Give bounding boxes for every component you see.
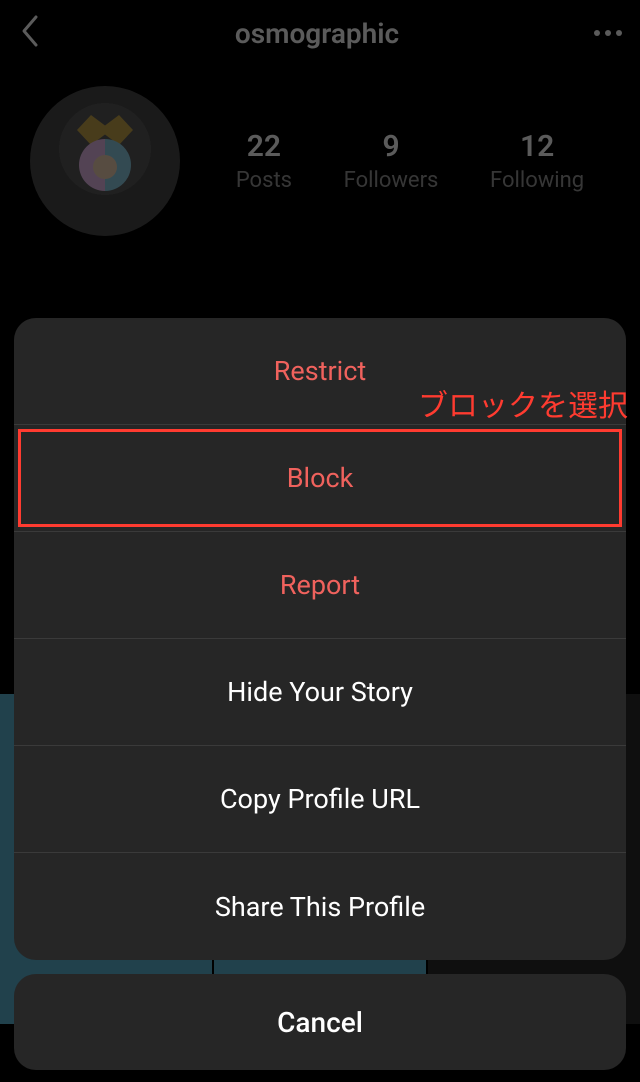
copy-url-button[interactable]: Copy Profile URL [14, 746, 626, 853]
annotation-text: ブロックを選択 [418, 381, 628, 425]
report-label: Report [280, 569, 360, 601]
share-profile-label: Share This Profile [215, 891, 425, 923]
cancel-label: Cancel [277, 1006, 363, 1039]
block-button[interactable]: Block ブロックを選択 [14, 425, 626, 532]
hide-story-label: Hide Your Story [227, 676, 413, 708]
share-profile-button[interactable]: Share This Profile [14, 853, 626, 960]
report-button[interactable]: Report [14, 532, 626, 639]
restrict-label: Restrict [274, 355, 366, 387]
block-label: Block [287, 462, 354, 494]
cancel-button[interactable]: Cancel [14, 974, 626, 1070]
action-sheet: Restrict Block ブロックを選択 Report Hide Your … [14, 318, 626, 960]
copy-url-label: Copy Profile URL [220, 783, 420, 815]
hide-story-button[interactable]: Hide Your Story [14, 639, 626, 746]
action-sheet-overlay: Restrict Block ブロックを選択 Report Hide Your … [0, 0, 640, 1082]
